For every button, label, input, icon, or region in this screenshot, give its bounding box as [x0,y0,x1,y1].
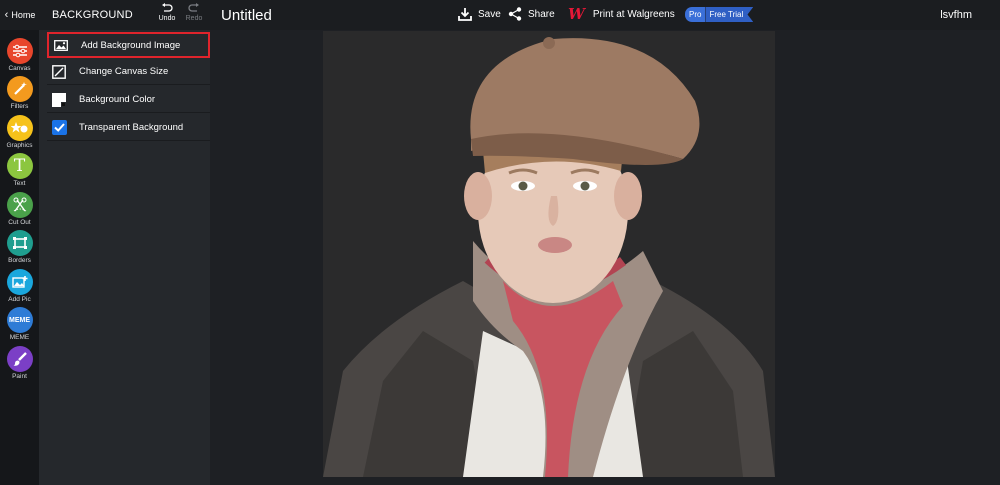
tool-meme[interactable]: MEME MEME [0,307,39,341]
background-panel: Add Background Image Change Canvas Size … [39,30,210,485]
redo-icon [188,3,199,12]
scissors-icon [6,192,33,218]
tool-label: Filters [10,103,29,110]
tool-canvas[interactable]: Canvas [0,38,39,72]
tool-label: Borders [8,257,31,264]
tool-text[interactable]: T Text [0,153,39,187]
transparent-background-option[interactable]: Transparent Background [47,115,210,141]
download-icon [458,8,472,21]
menu-item-label: Add Background Image [81,39,181,51]
tool-cut-out[interactable]: Cut Out [0,192,39,226]
share-icon [508,7,522,21]
redo-label: Redo [185,15,203,22]
tool-graphics[interactable]: Graphics [0,115,39,149]
user-menu[interactable]: lsvfhm [940,9,972,21]
save-button[interactable]: Save [458,7,501,21]
background-color-option[interactable]: Background Color [47,87,210,113]
home-button[interactable]: ‹ Home [0,0,40,30]
tool-filters[interactable]: Filters [0,76,39,110]
print-walgreens-button[interactable]: W Print at Walgreens [568,5,675,23]
tool-sidebar: Canvas Filters Graphics T Text Cut Out B… [0,30,39,485]
tool-label: Text [13,180,26,187]
boy-photo [323,31,775,477]
shapes-icon [6,115,33,141]
tool-paint[interactable]: Paint [0,346,39,380]
undo-label: Undo [158,15,176,22]
tool-add-pic[interactable]: Add Pic [0,269,39,303]
sliders-icon [6,38,33,64]
color-swatch-icon [51,92,67,108]
free-trial-label: Free Trial [705,7,754,22]
walgreens-label: Print at Walgreens [592,8,675,20]
home-label: Home [11,10,36,20]
change-canvas-size-option[interactable]: Change Canvas Size [47,59,210,85]
checkbox-icon[interactable] [51,120,67,136]
tool-borders[interactable]: Borders [0,230,39,264]
brush-icon [6,346,33,372]
share-button[interactable]: Share [508,7,555,21]
pro-badge: Pro [685,7,706,22]
tool-label: MEME [9,334,30,341]
chevron-left-icon: ‹ [4,9,9,21]
section-title: BACKGROUND [52,9,133,21]
image-icon [53,37,69,53]
meme-icon: MEME [6,307,33,333]
add-photo-icon [6,269,33,295]
menu-item-label: Background Color [79,94,156,105]
menu-item-label: Change Canvas Size [79,66,169,77]
menu-item-label: Transparent Background [79,122,184,133]
share-label: Share [528,8,555,20]
pro-trial-button[interactable]: Pro Free Trial [685,7,754,22]
canvas-photo[interactable] [323,31,775,477]
undo-icon [162,3,173,12]
tool-label: Canvas [8,65,31,72]
redo-button[interactable]: Redo [183,3,205,27]
top-bar: ‹ Home BACKGROUND Undo Redo Untitled Sav… [0,0,1000,30]
tool-label: Graphics [6,142,33,149]
meme-badge: MEME [9,316,30,324]
walgreens-logo-icon: W [568,5,585,23]
tool-label: Add Pic [8,296,31,303]
tool-label: Paint [12,373,27,380]
resize-icon [51,64,67,80]
wand-icon [6,76,33,102]
frame-icon [6,230,33,256]
tool-label: Cut Out [8,219,31,226]
document-title[interactable]: Untitled [221,7,272,24]
save-label: Save [478,8,501,20]
text-icon: T [6,153,33,179]
undo-button[interactable]: Undo [156,3,178,27]
add-background-image-option[interactable]: Add Background Image [47,32,210,58]
